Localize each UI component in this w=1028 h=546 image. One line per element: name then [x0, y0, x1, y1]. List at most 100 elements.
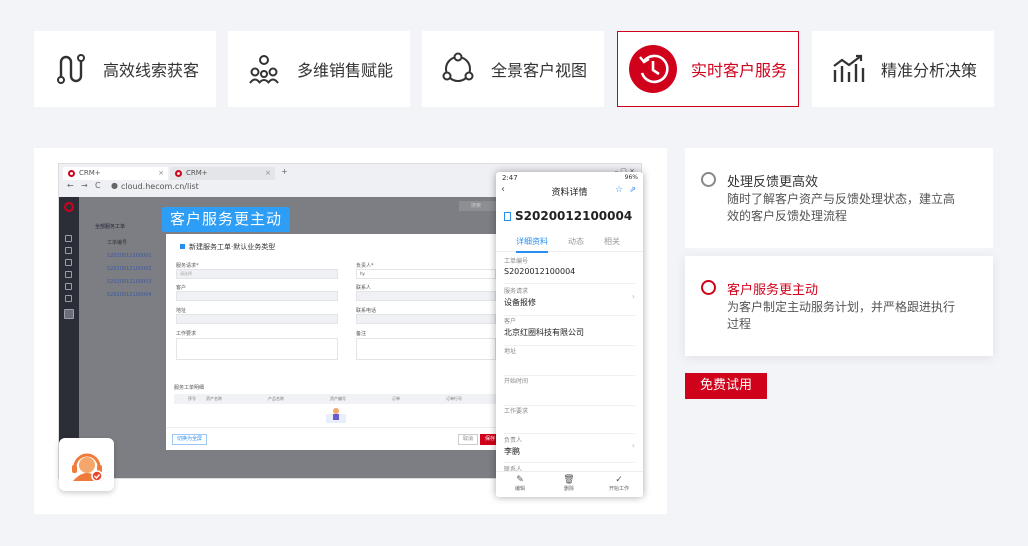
clock-refresh-icon [628, 45, 677, 93]
feature-desc: 随时了解客户资产与反馈处理状态，建立高效的客户反馈处理流程 [727, 192, 956, 223]
owner-select[interactable]: hy [356, 269, 496, 279]
crm-logo-icon [175, 170, 182, 177]
tab-label: 精准分析决策 [880, 61, 977, 80]
tab-label: 多维销售赋能 [296, 61, 393, 80]
radio-icon[interactable] [701, 172, 716, 187]
menu-icon[interactable] [65, 247, 72, 254]
lock-icon: ● [111, 181, 118, 190]
edit-icon: ✎ [516, 475, 524, 485]
customer-service-agent-icon [59, 438, 114, 491]
tab-lead-generation[interactable]: 高效线索获客 [34, 31, 216, 107]
feature-title: 客户服务更主动 [727, 283, 819, 298]
radio-icon-selected[interactable] [701, 280, 716, 295]
app-sidebar [59, 197, 79, 478]
browser-tab[interactable]: CRM+ × [63, 167, 168, 180]
tab-sales-enablement[interactable]: 多维销售赋能 [228, 31, 410, 107]
chevron-right-icon: › [631, 292, 635, 301]
customer-input[interactable] [176, 291, 338, 301]
status-battery: 96% [624, 174, 638, 181]
address-input[interactable] [176, 314, 338, 324]
close-icon[interactable]: × [265, 167, 271, 180]
remark-textarea[interactable] [356, 338, 496, 360]
detail-field: 工单编号 S2020012100004 [504, 256, 635, 284]
close-icon[interactable]: × [158, 167, 164, 180]
empty-state-illustration-icon [324, 406, 348, 424]
detail-field: 客户 北京红圈科技有限公司 [504, 316, 635, 346]
phone-tabs: 详细资料 动态 相关 [496, 236, 643, 253]
tab-label: 全景客户视图 [490, 61, 587, 80]
detail-table-header: 序号 资产名称 产品名称 资产编号 订单 订单行号 [174, 394, 498, 404]
app-logo-icon [64, 202, 74, 212]
lead-path-icon [51, 50, 89, 88]
status-time: 2:47 [502, 174, 518, 182]
detail-field: 工作要求 [504, 406, 635, 434]
detail-field: 开始时间 [504, 376, 635, 406]
menu-icon[interactable] [65, 295, 72, 302]
modal-footer: 切换为全屏 取消 保存 [166, 427, 506, 450]
list-item[interactable]: S2020012100001 [107, 250, 152, 263]
tab-activity[interactable]: 动态 [568, 236, 584, 247]
browser-tab[interactable]: CRM+ × [170, 167, 275, 180]
field-label: 备注 [356, 331, 367, 337]
phone-input[interactable] [356, 314, 496, 324]
start-work-button[interactable]: ✓ 开始工作 [599, 475, 639, 492]
detail-field: 地址 [504, 346, 635, 376]
phone-action-bar: ✎ 编辑 🗑 删除 ✓ 开始工作 [496, 471, 643, 497]
free-trial-button[interactable]: 免费试用 [685, 373, 767, 399]
menu-icon[interactable] [65, 283, 72, 290]
document-icon [504, 212, 511, 221]
url-bar[interactable]: cloud.hecom.cn/list [121, 182, 199, 191]
section-title: 服务工单明细 [174, 385, 205, 391]
new-tab-icon[interactable]: + [281, 167, 288, 176]
chart-trend-icon [829, 50, 867, 88]
crm-logo-icon [68, 170, 75, 177]
share-icon[interactable]: ⇗ [629, 185, 636, 194]
tab-related[interactable]: 相关 [604, 236, 620, 247]
feature-desc: 为客户制定主动服务计划，并严格跟进执行过程 [727, 300, 956, 331]
edit-button[interactable]: ✎ 编辑 [500, 475, 540, 492]
tab-realtime-service[interactable]: 实时客户服务 [617, 31, 799, 107]
field-label: 客户 [176, 285, 187, 291]
chevron-right-icon: › [631, 441, 635, 450]
list-item[interactable]: S2020012100004 [107, 289, 152, 302]
reload-icon[interactable]: C [95, 181, 101, 190]
back-icon[interactable]: ← [67, 181, 74, 190]
field-label: 地址 [176, 308, 187, 314]
team-network-icon [245, 50, 283, 88]
list-header: 全部服务工单 [95, 224, 126, 230]
cancel-button[interactable]: 取消 [458, 434, 479, 445]
phone-mockup: 2:47 96% ‹ 资料详情 ☆ ⇗ S2020012100004 详细资料 … [496, 172, 643, 497]
field-label: 联系人 [356, 285, 372, 291]
tab-label: 实时客户服务 [690, 61, 787, 80]
menu-icon[interactable] [65, 235, 72, 242]
forward-icon[interactable]: → [81, 181, 88, 190]
list-item[interactable]: S2020012100003 [107, 276, 152, 289]
menu-icon-active[interactable] [64, 309, 74, 319]
field-label: 工作要求 [176, 331, 197, 337]
detail-field[interactable]: 负责人 李鹏 › [504, 435, 635, 463]
tab-customer-view[interactable]: 全景客户视图 [422, 31, 604, 107]
field-label: 负责人* [356, 263, 374, 269]
request-select[interactable]: 请选择 [176, 269, 338, 279]
tab-details[interactable]: 详细资料 [516, 236, 548, 253]
delete-button[interactable]: 🗑 删除 [549, 475, 589, 492]
detail-field[interactable]: 服务请求 设备报修 › [504, 286, 635, 316]
feature-card-proactive[interactable]: 客户服务更主动 为客户制定主动服务计划，并严格跟进执行过程 [685, 256, 993, 356]
menu-icon[interactable] [65, 259, 72, 266]
new-ticket-modal: 新建服务工单·默认业务类型 服务请求* 请选择 负责人* hy 客户 联系人 地… [166, 234, 506, 450]
feature-banner: 客户服务更主动 [162, 207, 291, 232]
list-column: 工单编号 S2020012100001 S2020012100002 S2020… [107, 237, 152, 302]
tab-label: 高效线索获客 [102, 61, 199, 80]
requirement-textarea[interactable] [176, 338, 338, 360]
list-item[interactable]: S2020012100002 [107, 263, 152, 276]
star-icon[interactable]: ☆ [615, 185, 623, 195]
feature-title: 处理反馈更高效 [727, 175, 819, 190]
menu-icon[interactable] [65, 271, 72, 278]
trash-icon: 🗑 [563, 475, 575, 485]
triangle-nodes-icon [439, 50, 477, 88]
tab-analytics[interactable]: 精准分析决策 [812, 31, 994, 107]
contact-input[interactable] [356, 291, 496, 301]
field-label: 联系电话 [356, 308, 377, 314]
fullscreen-button[interactable]: 切换为全屏 [172, 434, 208, 445]
feature-card-feedback[interactable]: 处理反馈更高效 随时了解客户资产与反馈处理状态，建立高效的客户反馈处理流程 [685, 148, 993, 248]
